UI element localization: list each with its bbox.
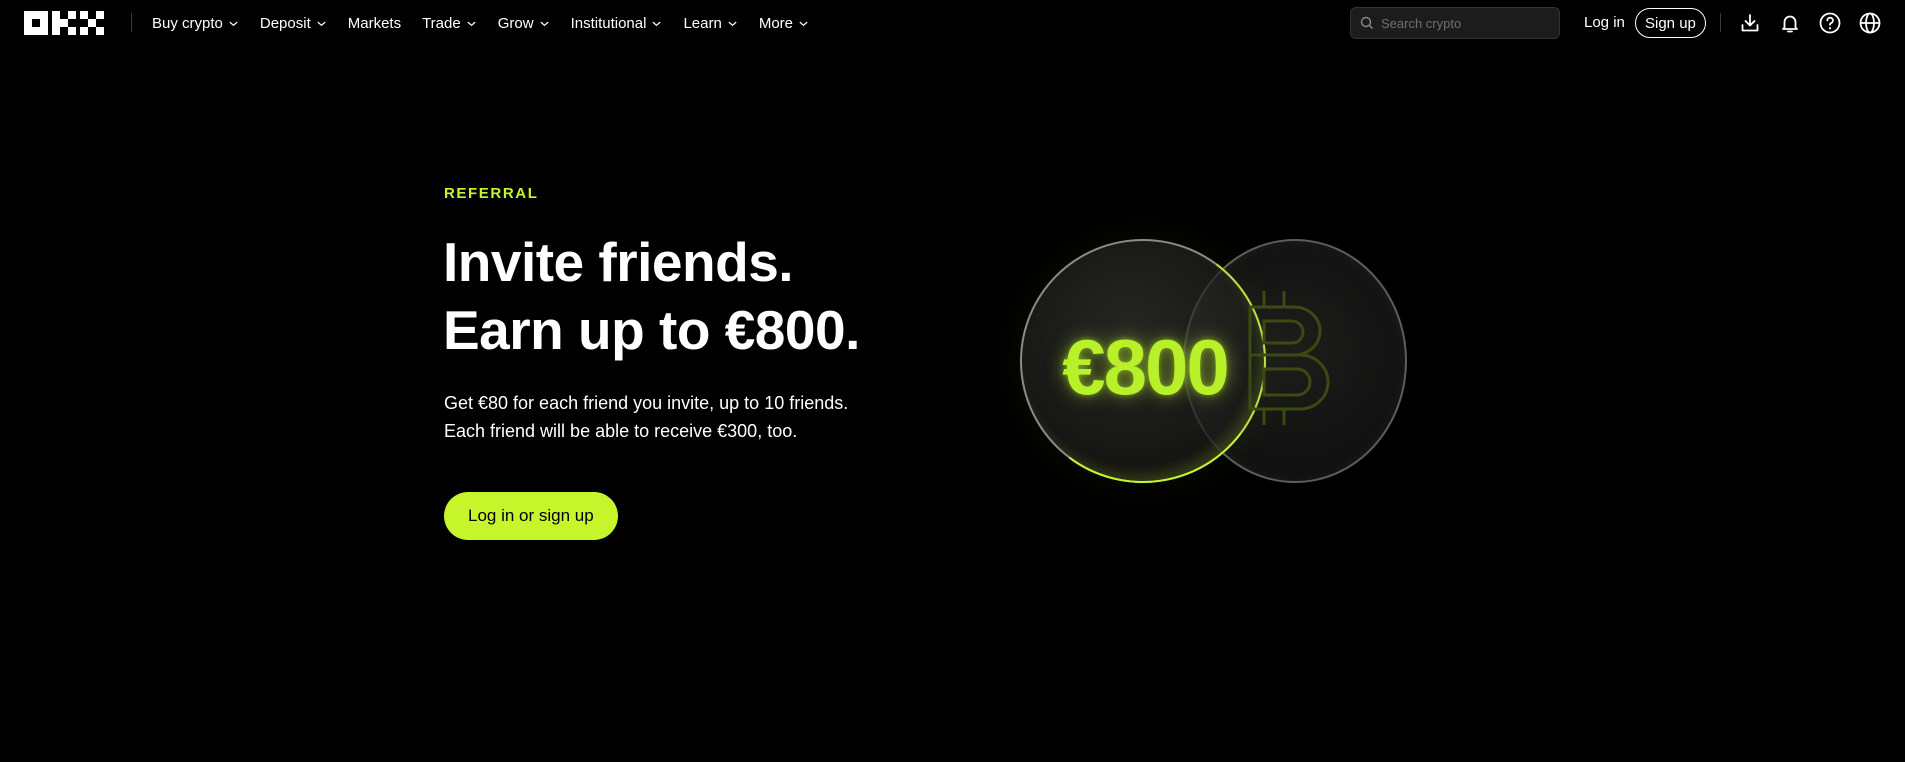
menu-buy-crypto[interactable]: Buy crypto bbox=[152, 15, 239, 32]
chevron-down-icon bbox=[467, 21, 476, 26]
help-icon[interactable] bbox=[1818, 11, 1842, 35]
description-line: Get €80 for each friend you invite, up t… bbox=[444, 393, 849, 413]
chevron-down-icon bbox=[728, 21, 737, 26]
menu-label: Buy crypto bbox=[152, 14, 223, 32]
menu-more[interactable]: More bbox=[759, 15, 809, 32]
description-line: Each friend will be able to receive €300… bbox=[444, 421, 798, 441]
chevron-down-icon bbox=[652, 21, 662, 26]
search-icon bbox=[1360, 16, 1373, 29]
bitcoin-icon bbox=[1242, 287, 1332, 429]
menu-learn[interactable]: Learn bbox=[683, 15, 737, 32]
nav-divider bbox=[131, 13, 132, 32]
menu-label: Deposit bbox=[259, 14, 311, 32]
headline-line: Earn up to €800. bbox=[443, 299, 860, 361]
search-input[interactable] bbox=[1381, 15, 1551, 31]
menu-markets[interactable]: Markets bbox=[348, 15, 401, 32]
globe-icon[interactable] bbox=[1858, 11, 1882, 35]
top-navbar: Buy crypto Deposit Markets Trade Grow In… bbox=[0, 0, 1905, 46]
menu-institutional[interactable]: Institutional bbox=[571, 15, 663, 32]
menu-label: Grow bbox=[497, 14, 534, 32]
menu-label: Learn bbox=[683, 14, 722, 32]
login-or-signup-button[interactable]: Log in or sign up bbox=[444, 492, 618, 540]
search-box[interactable] bbox=[1350, 7, 1560, 39]
main-menu: Buy crypto Deposit Markets Trade Grow In… bbox=[152, 0, 830, 46]
eyebrow-label: REFERRAL bbox=[444, 185, 539, 202]
menu-label: Trade bbox=[422, 14, 461, 32]
menu-label: Markets bbox=[347, 14, 402, 32]
okx-logo[interactable] bbox=[24, 11, 104, 35]
page-title: Invite friends. Earn up to €800. bbox=[443, 228, 860, 364]
menu-deposit[interactable]: Deposit bbox=[260, 15, 327, 32]
menu-label: More bbox=[758, 14, 794, 32]
menu-trade[interactable]: Trade bbox=[422, 15, 477, 32]
chevron-down-icon bbox=[799, 21, 808, 26]
reward-amount: €800 bbox=[1062, 323, 1230, 411]
login-link[interactable]: Log in bbox=[1584, 14, 1625, 31]
bell-icon[interactable] bbox=[1778, 11, 1802, 35]
headline-line: Invite friends. bbox=[443, 231, 794, 293]
chevron-down-icon bbox=[317, 21, 326, 26]
nav-divider bbox=[1720, 13, 1721, 32]
download-icon[interactable] bbox=[1738, 11, 1762, 35]
menu-grow[interactable]: Grow bbox=[498, 15, 550, 32]
description: Get €80 for each friend you invite, up t… bbox=[444, 389, 848, 445]
signup-button[interactable]: Sign up bbox=[1635, 8, 1706, 38]
chevron-down-icon bbox=[540, 21, 549, 26]
chevron-down-icon bbox=[229, 21, 238, 26]
menu-label: Institutional bbox=[570, 14, 647, 32]
